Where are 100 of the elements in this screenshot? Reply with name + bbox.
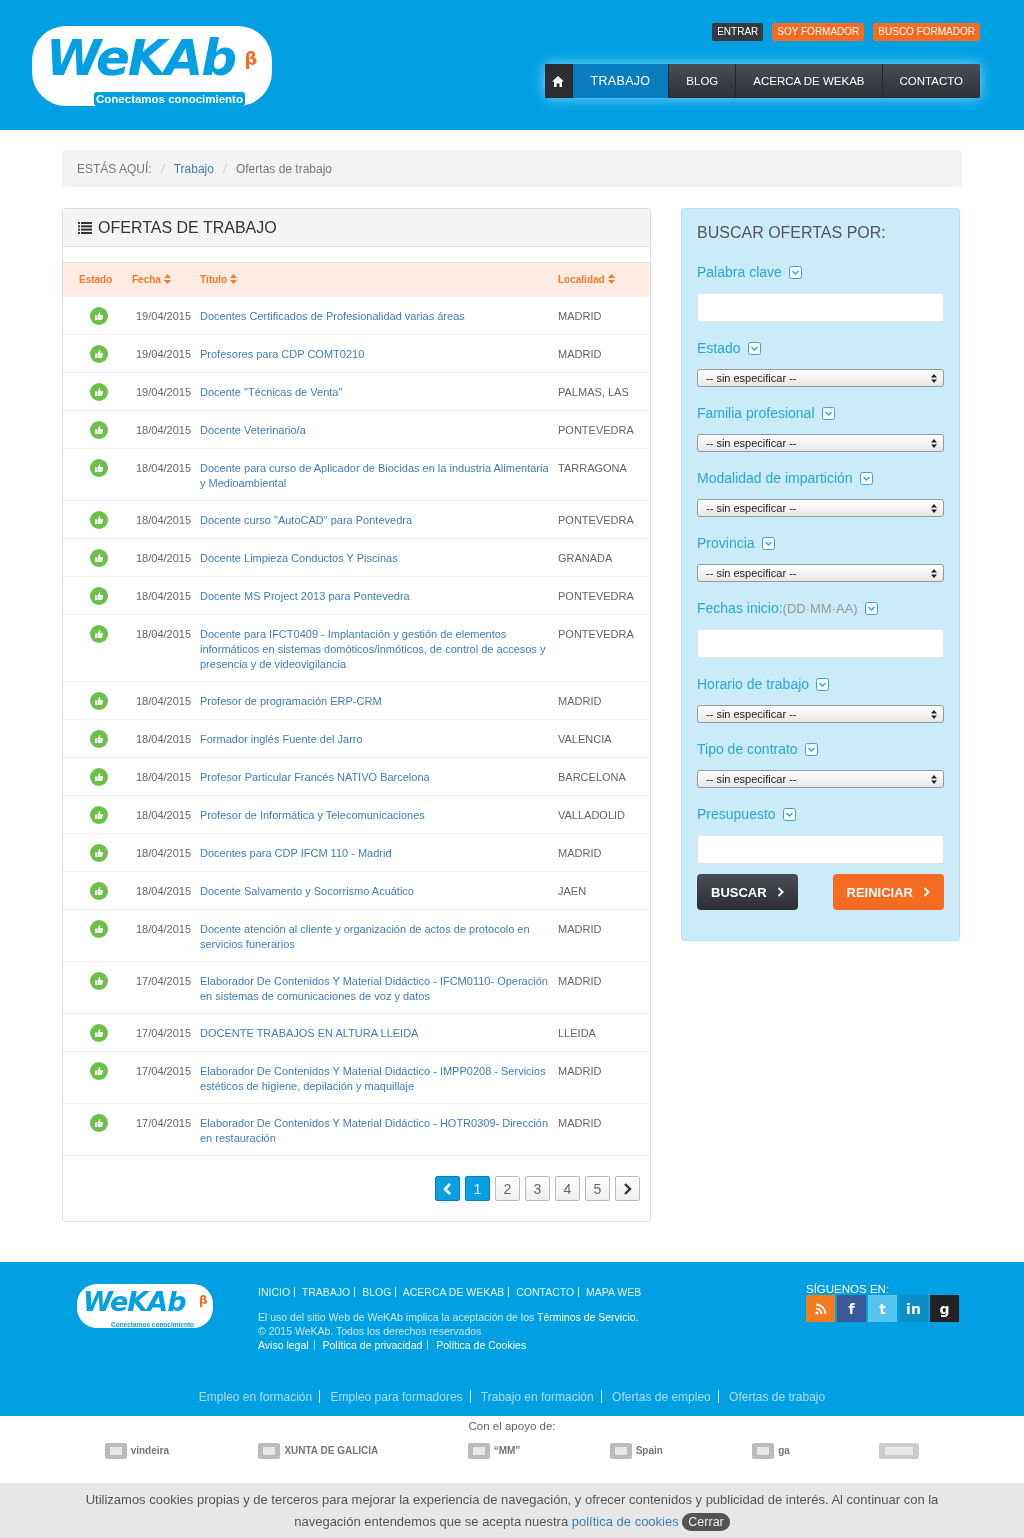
offer-title-link[interactable]: DOCENTE TRABAJOS EN ALTURA LLEIDA [200, 1026, 550, 1041]
sort-icon[interactable] [230, 274, 238, 284]
offer-title-link[interactable]: Docente para IFCT0409 - Implantación y gestión de elementos informáticos en sistemas domóticos/inmóticos, de control de accesos y presencia y de videovigilancia [200, 627, 550, 672]
google-icon[interactable]: g [930, 1295, 959, 1322]
offer-title-link[interactable]: Docentes para CDP IFCM 110 - Madrid [200, 846, 550, 861]
page-button[interactable]: 2 [495, 1176, 520, 1201]
close-cookie-button[interactable]: Cerrar [682, 1512, 730, 1531]
footer-link[interactable]: MAPA WEB [586, 1286, 642, 1298]
filter-dropdown[interactable]: -- sin especificar -- [697, 770, 944, 788]
filter-input[interactable] [697, 629, 944, 658]
offer-title-link[interactable]: Elaborador De Contenidos Y Material Didáctico - HOTR0309- Dirección en restauración [200, 1116, 550, 1146]
chevron-right-icon [776, 887, 784, 897]
page-button[interactable]: 1 [465, 1176, 490, 1201]
date-cell: 17/04/2015 [136, 1027, 192, 1039]
top-nav-button[interactable]: ENTRAR [712, 23, 764, 41]
date-cell: 18/04/2015 [136, 462, 192, 474]
footer-link[interactable]: ACERCA DE WEKAB [402, 1286, 505, 1298]
search-form-button[interactable]: BUSCAR [697, 874, 798, 910]
logo-tagline: Conectamos conocimiento [94, 92, 245, 106]
location-cell: BARCELONA [558, 771, 626, 783]
nav-tab[interactable]: ACERCA DE WEKAB [736, 64, 883, 98]
expand-icon[interactable] [816, 677, 830, 691]
expand-icon[interactable] [859, 471, 873, 485]
filter-label: Palabra clave [697, 264, 782, 280]
offer-title-link[interactable]: Docente Limpieza Conductos Y Piscinas [200, 551, 550, 566]
slash-separator-icon [159, 163, 166, 174]
chevron-right-icon [623, 1182, 632, 1195]
cookie-policy-link[interactable]: política de cookies [571, 1513, 679, 1529]
footer-link[interactable]: INICIO [258, 1286, 291, 1298]
offer-title-link[interactable]: Formador inglés Fuente del Jarro [200, 732, 550, 747]
offer-title-link[interactable]: Profesor de programación ERP-CRM [200, 694, 550, 709]
expand-icon[interactable] [804, 742, 818, 756]
next-page-button[interactable] [615, 1176, 640, 1201]
offer-title-link[interactable]: Profesor Particular Francés NATIVO Barcelona [200, 770, 550, 785]
search-form-button[interactable]: REINICIAR [832, 874, 944, 910]
thumbs-up-icon [90, 459, 108, 477]
date-cell: 18/04/2015 [136, 590, 192, 602]
footer-link[interactable]: BLOG [362, 1286, 392, 1298]
sort-icon[interactable] [607, 274, 615, 284]
top-nav-button[interactable]: BUSCO FORMADOR [873, 23, 980, 41]
location-cell: PONTEVEDRA [558, 628, 634, 640]
location-cell: VALLADOLID [558, 809, 626, 821]
filter-label: Familia profesional [697, 405, 815, 421]
page-button[interactable]: 4 [555, 1176, 580, 1201]
offer-title-link[interactable]: Docente Salvamento y Socorrismo Acuático [200, 884, 550, 899]
offer-title-link[interactable]: Docente Veterinario/a [200, 423, 550, 438]
offer-title-link[interactable]: Elaborador De Contenidos Y Material Didáctico - IMPP0208 - Servicios estéticos de higiene, depilación y maquillaje [200, 1064, 550, 1094]
rss-icon[interactable] [806, 1295, 835, 1322]
filter-dropdown[interactable]: -- sin especificar -- [697, 369, 944, 387]
filter-input[interactable] [697, 835, 944, 864]
column-header[interactable]: Título [192, 263, 550, 297]
filter-dropdown[interactable]: -- sin especificar -- [697, 434, 944, 452]
filter-dropdown[interactable]: -- sin especificar -- [697, 705, 944, 723]
home-icon[interactable] [544, 64, 573, 98]
thumbs-up-icon [90, 882, 108, 900]
facebook-icon[interactable]: f [837, 1295, 866, 1322]
footer-link[interactable]: TRABAJO [301, 1286, 351, 1298]
offer-title-link[interactable]: Docentes Certificados de Profesionalidad varias áreas [200, 309, 550, 324]
filter-input[interactable] [697, 293, 944, 322]
offer-title-link[interactable]: Profesor de Informática y Telecomunicaciones [200, 808, 550, 823]
legal-link[interactable]: Aviso legal [258, 1339, 309, 1351]
offer-title-link[interactable]: Docente "Técnicas de Venta" [200, 385, 550, 400]
date-cell: 18/04/2015 [136, 809, 192, 821]
date-cell: 18/04/2015 [136, 424, 192, 436]
filter-label: Provincia [697, 535, 755, 551]
filter-dropdown[interactable]: -- sin especificar -- [697, 499, 944, 517]
expand-icon[interactable] [821, 406, 835, 420]
legal-link[interactable]: Política de Cookies [436, 1339, 527, 1351]
nav-tab[interactable]: BLOG [669, 64, 737, 98]
column-header[interactable]: Fecha [124, 263, 192, 297]
footer-link[interactable]: CONTACTO [516, 1286, 575, 1298]
offer-title-link[interactable]: Docente para curso de Aplicador de Biocidas en la industria Alimentaria y Medioambiental [200, 461, 550, 491]
offer-title-link[interactable]: Docente atención al cliente y organización de actos de protocolo en servicios funerarios [200, 922, 550, 952]
thumbs-up-icon [90, 549, 108, 567]
breadcrumb-link[interactable]: Trabajo [173, 161, 214, 176]
date-cell: 18/04/2015 [136, 552, 192, 564]
offer-title-link[interactable]: Docente MS Project 2013 para Pontevedra [200, 589, 550, 604]
linkedin-icon[interactable]: in [899, 1295, 928, 1322]
expand-icon[interactable] [761, 536, 775, 550]
offer-title-link[interactable]: Elaborador De Contenidos Y Material Didáctico - IFCM0110- Operación en sistemas de comunicaciones de voz y datos [200, 974, 550, 1004]
expand-icon[interactable] [747, 341, 761, 355]
expand-icon[interactable] [788, 265, 802, 279]
filter-dropdown[interactable]: -- sin especificar -- [697, 564, 944, 582]
updown-arrows-icon [931, 709, 937, 719]
thumbs-up-icon [90, 421, 108, 439]
top-nav-button[interactable]: SOY FORMADOR [772, 23, 865, 41]
offer-title-link[interactable]: Profesores para CDP COMT0210 [200, 347, 550, 362]
page-button[interactable]: 3 [525, 1176, 550, 1201]
sort-icon[interactable] [163, 274, 171, 284]
location-cell: MADRID [558, 1065, 602, 1077]
page-button[interactable]: 5 [585, 1176, 610, 1201]
previous-page-button[interactable] [435, 1176, 460, 1201]
legal-link[interactable]: Política de privacidad [322, 1339, 423, 1351]
offer-title-link[interactable]: Docente curso "AutoCAD" para Pontevedra [200, 513, 550, 528]
nav-tab[interactable]: TRABAJO [572, 64, 670, 98]
terms-link[interactable]: Términos de Servicio. [537, 1311, 639, 1323]
expand-icon[interactable] [864, 601, 878, 615]
nav-tab[interactable]: CONTACTO [882, 64, 980, 98]
column-header[interactable]: Localidad [550, 263, 650, 297]
expand-icon[interactable] [782, 807, 796, 821]
